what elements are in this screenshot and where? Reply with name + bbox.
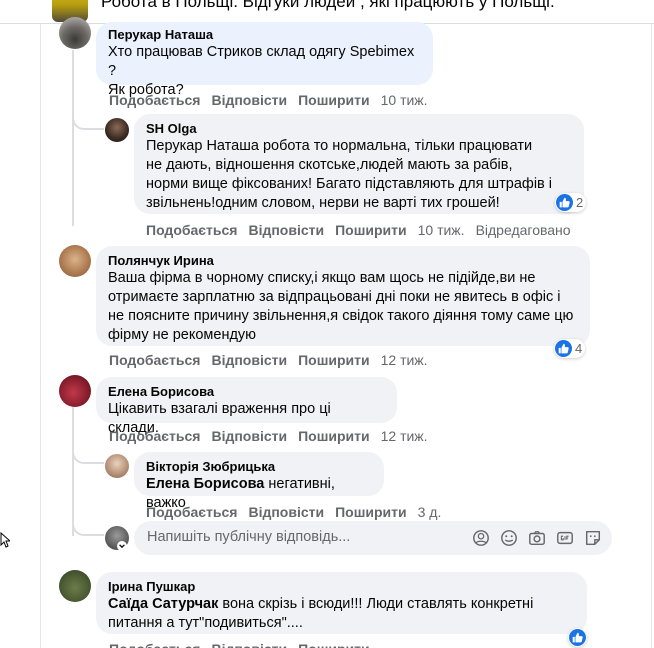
- comment-author[interactable]: SH Olga: [146, 120, 572, 137]
- like-button[interactable]: Подобається: [109, 641, 200, 648]
- thread-elbow: [72, 508, 104, 536]
- comment-timestamp[interactable]: 12 тиж.: [381, 428, 428, 444]
- comment-text: фірму не рекомендую: [108, 327, 257, 343]
- reply-tools: [464, 527, 604, 549]
- comment-actions: Подобається Відповісти Поширити 12 тиж.: [109, 427, 439, 445]
- reply-placeholder: Напишіть публічну відповідь...: [147, 529, 351, 545]
- emoji-icon[interactable]: [498, 527, 520, 549]
- reaction-count[interactable]: 4: [554, 339, 586, 358]
- comment-text: не дають, відношення скотське,людей мают…: [146, 157, 513, 173]
- comment-actions: Подобається Відповісти Поширити 3 д.: [146, 503, 452, 521]
- comment-text: отримаєте зарплатню за відпрацьовані дні…: [108, 289, 561, 305]
- thread-elbow: [72, 440, 104, 464]
- comment-bubble: Ірина Пушкар Саїда Сатурчак вона скрізь …: [96, 572, 587, 634]
- comment-actions: Подобається Відповісти Поширити: [109, 640, 381, 648]
- share-button[interactable]: Поширити: [298, 352, 370, 368]
- comment-text: звільнень!одним словом, нерви не варті т…: [146, 195, 500, 211]
- comment-bubble: SH Olga Перукар Наташа робота то нормаль…: [134, 114, 584, 214]
- comment-author[interactable]: Вікторія Зюбрицька: [146, 458, 372, 475]
- avatar[interactable]: [105, 118, 129, 142]
- comment-author[interactable]: Елена Борисова: [108, 383, 385, 400]
- comment-timestamp[interactable]: 12 тиж.: [381, 352, 428, 368]
- share-button[interactable]: Поширити: [298, 641, 370, 648]
- comment-text: не поясните причину звільнення,я свідок …: [108, 308, 574, 324]
- reply-button[interactable]: Відповісти: [211, 428, 287, 444]
- comment-actions: Подобається Відповісти Поширити 10 тиж.: [109, 91, 439, 109]
- comment-timestamp[interactable]: 10 тиж.: [381, 92, 428, 108]
- reaction-count[interactable]: [568, 628, 587, 647]
- reply-button[interactable]: Відповісти: [211, 92, 287, 108]
- comment-timestamp[interactable]: 10 тиж.: [418, 222, 465, 238]
- reply-button[interactable]: Відповісти: [248, 222, 324, 238]
- reaction-count[interactable]: 2: [555, 193, 587, 212]
- avatar[interactable]: [59, 375, 91, 407]
- share-button[interactable]: Поширити: [335, 222, 407, 238]
- avatar-sticker-icon[interactable]: [470, 527, 492, 549]
- reaction-number: 2: [576, 195, 584, 210]
- like-button[interactable]: Подобається: [109, 352, 200, 368]
- reaction-number: 4: [575, 341, 583, 356]
- comment-text: Саїда Сатурчак вона скрізь і всюди!!! Лю…: [108, 595, 575, 614]
- reply-input[interactable]: Напишіть публічну відповідь...: [134, 521, 612, 555]
- mention-link[interactable]: Саїда Сатурчак: [108, 596, 218, 612]
- comment-text-rest: вона скрізь і всюди!!! Люди ставлять кон…: [218, 596, 534, 612]
- like-icon: [569, 629, 586, 646]
- gif-icon[interactable]: [554, 527, 576, 549]
- comment-author[interactable]: Перукар Наташа: [108, 26, 421, 43]
- like-button[interactable]: Подобається: [146, 504, 237, 520]
- share-button[interactable]: Поширити: [298, 92, 370, 108]
- reply-button[interactable]: Відповісти: [211, 641, 287, 648]
- sticker-icon[interactable]: [582, 527, 604, 549]
- comment-author[interactable]: Полянчук Ирина: [108, 252, 578, 269]
- group-header: Робота в Польщі. Відгуки людей , які пра…: [0, 0, 654, 24]
- comment-bubble: Вікторія Зюбрицька Елена Борисова негати…: [134, 452, 384, 511]
- like-button[interactable]: Подобається: [109, 428, 200, 444]
- thread-line: [72, 50, 74, 226]
- share-button[interactable]: Поширити: [298, 428, 370, 444]
- mention-link[interactable]: Елена Борисова: [146, 476, 264, 492]
- like-button[interactable]: Подобається: [146, 222, 237, 238]
- like-icon: [556, 194, 573, 211]
- reply-button[interactable]: Відповісти: [248, 504, 324, 520]
- comment-author[interactable]: Ірина Пушкар: [108, 578, 575, 595]
- comment-text: Ваша фірма в чорному списку,і якщо вам щ…: [108, 270, 536, 286]
- thread-elbow: [72, 100, 104, 130]
- avatar[interactable]: [105, 454, 129, 478]
- comment-actions: Подобається Відповісти Поширити 10 тиж. Відр…: [146, 221, 582, 239]
- group-title[interactable]: Робота в Польщі. Відгуки людей , які пра…: [101, 0, 555, 12]
- like-icon: [555, 340, 572, 357]
- comment-timestamp[interactable]: 3 д.: [418, 504, 442, 520]
- comment-bubble: Полянчук Ирина Ваша фірма в чорному спис…: [96, 246, 590, 346]
- comment-actions: Подобається Відповісти Поширити 12 тиж.: [109, 351, 439, 369]
- reply-button[interactable]: Відповісти: [211, 352, 287, 368]
- comment-text: норми вище фіксованих! Багато підставляю…: [146, 176, 553, 192]
- comment-bubble: Елена Борисова Цікавить взагалі враження…: [96, 377, 397, 436]
- edited-label[interactable]: Відредаговано: [476, 222, 571, 238]
- comment-text: Хто працював Стриков склад одягу Spebime…: [108, 44, 415, 79]
- comment-text: Перукар Наташа робота то нормальна, тіль…: [146, 138, 533, 154]
- like-button[interactable]: Подобається: [109, 92, 200, 108]
- comment-bubble: Перукар Наташа Хто працював Стриков скла…: [96, 22, 433, 98]
- comment-text: питання а тут"подивиться"....: [108, 615, 303, 631]
- avatar[interactable]: [59, 570, 91, 602]
- share-button[interactable]: Поширити: [335, 504, 407, 520]
- avatar[interactable]: [59, 17, 91, 49]
- cursor-icon: [0, 531, 12, 553]
- camera-icon[interactable]: [526, 527, 548, 549]
- chevron-down-icon[interactable]: [117, 541, 127, 551]
- avatar[interactable]: [59, 245, 91, 277]
